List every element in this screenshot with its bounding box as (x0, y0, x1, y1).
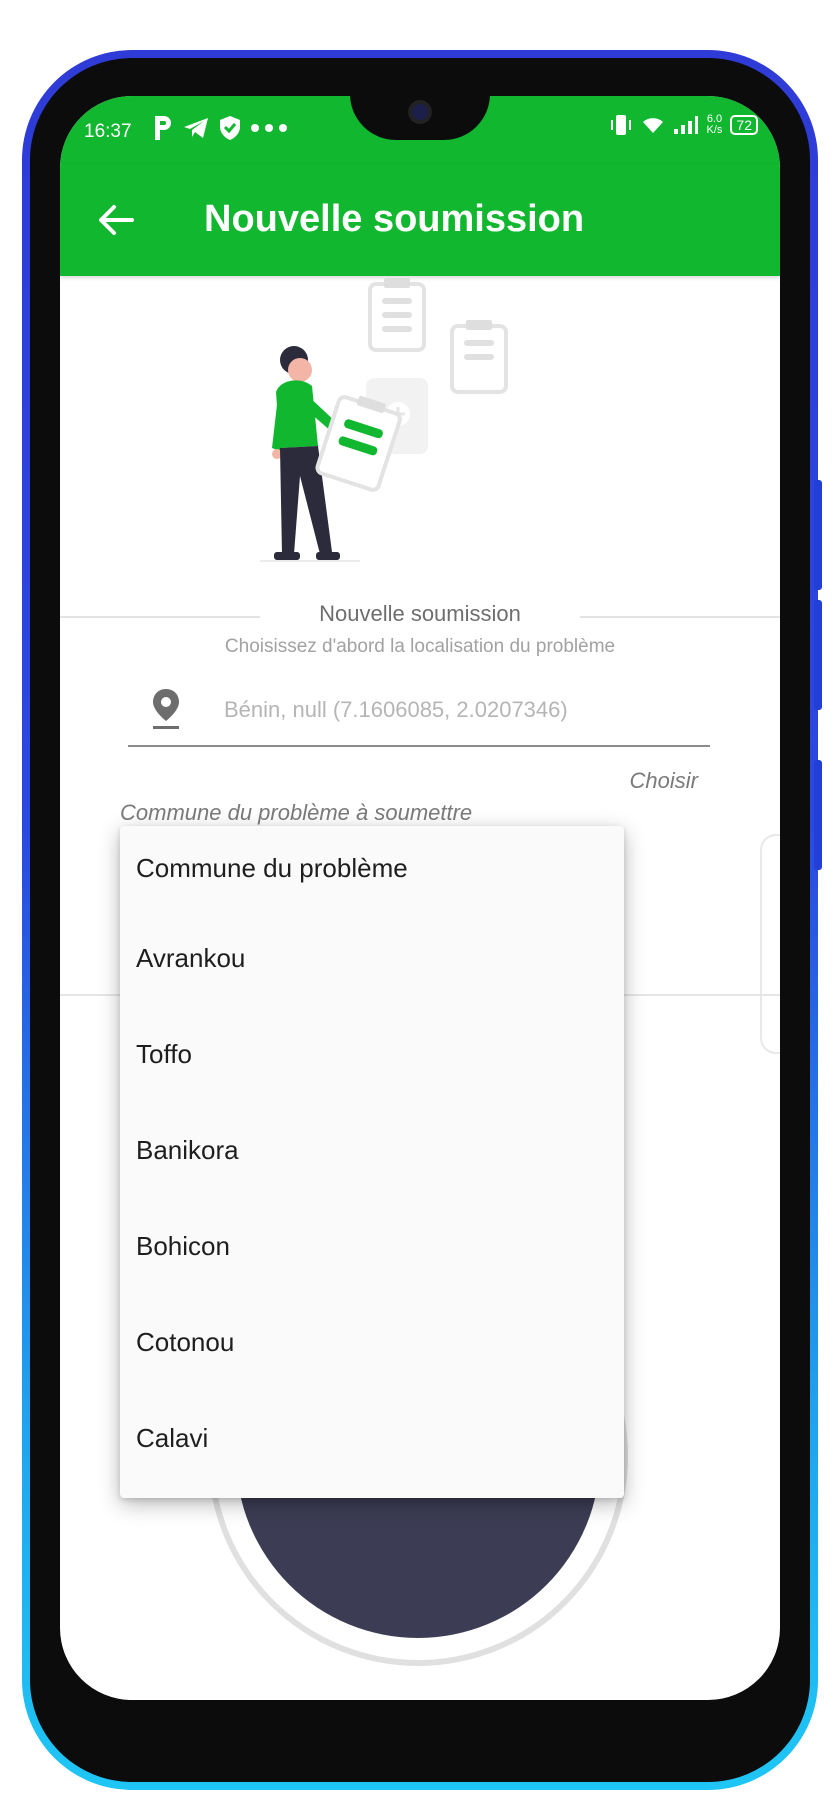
notification-icons (152, 114, 290, 142)
telegram-icon (184, 118, 208, 138)
dropdown-option[interactable]: Cotonou (120, 1294, 624, 1390)
dropdown-option[interactable]: Calavi (120, 1390, 624, 1486)
clipboard-icon (368, 278, 426, 352)
volume-button (814, 600, 822, 710)
dropdown-option[interactable]: Toffo (120, 1006, 624, 1102)
more-dots-icon (251, 124, 287, 132)
clipboard-icon (450, 320, 508, 394)
app-bar: Nouvelle soumission (60, 164, 780, 276)
section-title-text: Nouvelle soumission (305, 601, 535, 626)
netspeed: 6.0 K/s (707, 114, 723, 136)
dropdown-option[interactable]: Bohicon (120, 1198, 624, 1294)
status-time: 16:37 (84, 121, 132, 142)
dropdown-option[interactable]: Avrankou (120, 910, 624, 1006)
dropdown-option[interactable]: Commune du problème (120, 826, 624, 910)
volume-button (814, 480, 822, 590)
camera (408, 100, 432, 124)
signal-icon (673, 116, 698, 134)
notch (350, 96, 490, 140)
netspeed-unit: K/s (706, 124, 723, 136)
location-field[interactable]: Bénin, null (7.1606085, 2.0207346) (128, 681, 710, 747)
status-bar: 16:37 6.0 K/s 72 (60, 96, 780, 164)
section-title: Nouvelle soumission (60, 601, 780, 627)
dropdown-option[interactable]: Banikora (120, 1102, 624, 1198)
battery-indicator: 72 (730, 115, 758, 135)
power-button (814, 760, 822, 870)
shield-icon (220, 116, 240, 140)
section-subtitle: Choisissez d'abord la localisation du pr… (224, 636, 616, 657)
commune-dropdown-menu: Commune du problème Avrankou Toffo Banik… (120, 826, 624, 1498)
status-icons: 6.0 K/s 72 (609, 114, 758, 136)
location-pin-icon (153, 689, 179, 729)
vibrate-icon (610, 115, 631, 135)
parking-app-icon (155, 116, 171, 140)
commune-label: Commune du problème à soumettre (120, 800, 473, 825)
choose-location-button[interactable]: Choisir (630, 768, 698, 794)
page-title: Nouvelle soumission (204, 198, 585, 240)
location-value: Bénin, null (7.1606085, 2.0207346) (224, 697, 568, 722)
side-panel (760, 834, 780, 1054)
wifi-icon (642, 118, 663, 133)
back-arrow-icon[interactable] (96, 200, 136, 240)
app-screen: 16:37 6.0 K/s 72 Nouvelle soumission Nou… (60, 96, 780, 1700)
